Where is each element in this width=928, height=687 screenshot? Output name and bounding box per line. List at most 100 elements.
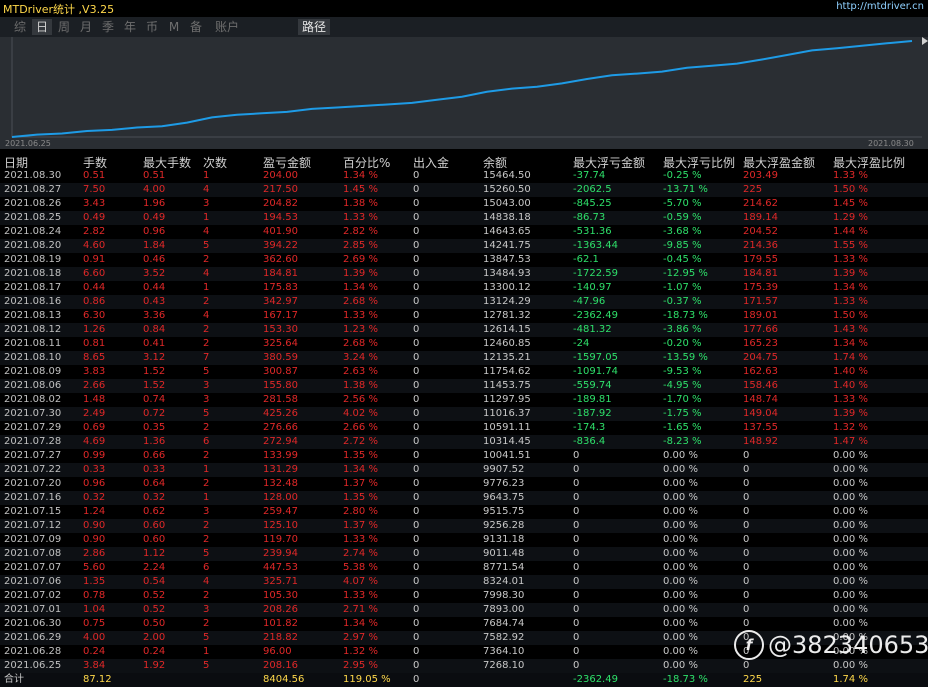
- table-cell: 214.36: [743, 240, 778, 251]
- table-row[interactable]: 2021.07.22 0.33 0.33 1 131.29 1.34 % 0 9907.52 0…: [0, 463, 928, 477]
- table-row[interactable]: 2021.08.11 0.81 0.41 2 325.64 2.68 % 0 12460.85…: [0, 337, 928, 351]
- tab-0[interactable]: 综: [10, 19, 30, 35]
- table-cell: 137.55: [743, 422, 778, 433]
- table-row[interactable]: 2021.07.07 5.60 2.24 6 447.53 5.38 % 0 8771.54 0…: [0, 561, 928, 575]
- table-row[interactable]: 2021.07.06 1.35 0.54 4 325.71 4.07 % 0 8324.01 0…: [0, 575, 928, 589]
- table-cell: 5: [203, 366, 210, 377]
- tab-8[interactable]: 备: [186, 19, 206, 35]
- table-cell: 1.33 %: [833, 170, 868, 181]
- tab-9[interactable]: 账户: [212, 19, 242, 35]
- table-cell: 0: [573, 618, 580, 629]
- table-cell: 2021.08.17: [4, 282, 62, 293]
- table-row[interactable]: 2021.08.06 2.66 1.52 3 155.80 1.38 % 0 11453.75…: [0, 379, 928, 393]
- table-cell: -1722.59: [573, 268, 618, 279]
- table-cell: 1.36: [143, 436, 166, 447]
- table-cell: 4.60: [83, 240, 106, 251]
- tab-1[interactable]: 日: [32, 19, 52, 35]
- tab-7[interactable]: M: [164, 19, 184, 35]
- table-cell: 0: [743, 450, 750, 461]
- table-cell: -13.59 %: [663, 352, 708, 363]
- table-cell: 0: [413, 282, 420, 293]
- table-cell: 300.87: [263, 366, 298, 377]
- table-row[interactable]: 2021.08.13 6.30 3.36 4 167.17 1.33 % 0 12781.32…: [0, 309, 928, 323]
- table-cell: 0: [413, 590, 420, 601]
- table-row[interactable]: 2021.08.25 0.49 0.49 1 194.53 1.33 % 0 14838.18…: [0, 211, 928, 225]
- table-row[interactable]: 2021.07.27 0.99 0.66 2 133.99 1.35 % 0 10041.51…: [0, 449, 928, 463]
- table-row[interactable]: 2021.08.19 0.91 0.46 2 362.60 2.69 % 0 13847.53…: [0, 253, 928, 267]
- table-row[interactable]: 2021.07.01 1.04 0.52 3 208.26 2.71 % 0 7893.00 0…: [0, 603, 928, 617]
- table-row[interactable]: 2021.08.12 1.26 0.84 2 153.30 1.23 % 0 12614.15…: [0, 323, 928, 337]
- table-cell: 1.48: [83, 394, 106, 405]
- table-cell: 2.82: [83, 226, 106, 237]
- table-cell: 208.16: [263, 660, 298, 671]
- tab-3[interactable]: 月: [76, 19, 96, 35]
- table-row[interactable]: 2021.08.18 6.60 3.52 4 184.81 1.39 % 0 13484.93…: [0, 267, 928, 281]
- table-row[interactable]: 2021.07.02 0.78 0.52 2 105.30 1.33 % 0 7998.30 0…: [0, 589, 928, 603]
- table-cell: 0: [413, 422, 420, 433]
- table-cell: -0.20 %: [663, 338, 702, 349]
- table-cell: 2.95 %: [343, 660, 378, 671]
- website-link[interactable]: http://mtdriver.cn: [836, 1, 924, 12]
- table-row[interactable]: 2021.08.09 3.83 1.52 5 300.87 2.63 % 0 11754.62…: [0, 365, 928, 379]
- table-cell: 2.68 %: [343, 296, 378, 307]
- table-cell: 325.71: [263, 576, 298, 587]
- table-row[interactable]: 2021.07.15 1.24 0.62 3 259.47 2.80 % 0 9515.75 0…: [0, 505, 928, 519]
- tab-2[interactable]: 周: [54, 19, 74, 35]
- table-cell: 0: [413, 380, 420, 391]
- table-cell: 1.40 %: [833, 380, 868, 391]
- table-row[interactable]: 2021.08.20 4.60 1.84 5 394.22 2.85 % 0 14241.75…: [0, 239, 928, 253]
- table-cell: 0: [413, 268, 420, 279]
- table-cell: 0.43: [143, 296, 166, 307]
- table-cell: 12460.85: [483, 338, 531, 349]
- table-cell: -13.71 %: [663, 184, 708, 195]
- table-cell: 1: [203, 170, 210, 181]
- table-cell: 6.30: [83, 310, 106, 321]
- tab-route[interactable]: 路径: [298, 19, 330, 35]
- table-row[interactable]: 2021.08.27 7.50 4.00 4 217.50 1.45 % 0 15260.50…: [0, 183, 928, 197]
- table-row[interactable]: 2021.07.08 2.86 1.12 5 239.94 2.74 % 0 9011.48 0…: [0, 547, 928, 561]
- table-row[interactable]: 2021.07.30 2.49 0.72 5 425.26 4.02 % 0 11016.37…: [0, 407, 928, 421]
- tab-5[interactable]: 年: [120, 19, 140, 35]
- table-row[interactable]: 2021.08.26 3.43 1.96 3 204.82 1.38 % 0 15043.00…: [0, 197, 928, 211]
- table-cell: 2021.07.27: [4, 450, 62, 461]
- table-cell: 4: [203, 184, 210, 195]
- table-cell: 0.52: [143, 604, 166, 615]
- table-cell: 0: [413, 366, 420, 377]
- tab-4[interactable]: 季: [98, 19, 118, 35]
- table-row[interactable]: 2021.08.16 0.86 0.43 2 342.97 2.68 % 0 13124.29…: [0, 295, 928, 309]
- table-cell: 0.00 %: [833, 478, 868, 489]
- table-cell: 0.00 %: [833, 562, 868, 573]
- table-cell: 15043.00: [483, 198, 531, 209]
- table-cell: 0: [413, 226, 420, 237]
- table-cell: 2021.08.06: [4, 380, 62, 391]
- table-row[interactable]: 2021.07.20 0.96 0.64 2 132.48 1.37 % 0 9776.23 0…: [0, 477, 928, 491]
- table-cell: 0: [413, 296, 420, 307]
- table-cell: 2021.07.07: [4, 562, 62, 573]
- table-cell: 1.33 %: [833, 296, 868, 307]
- table-row[interactable]: 2021.07.29 0.69 0.35 2 276.66 2.66 % 0 10591.11…: [0, 421, 928, 435]
- table-cell: 325.64: [263, 338, 298, 349]
- equity-chart: [0, 37, 928, 149]
- table-row[interactable]: 2021.08.02 1.48 0.74 3 281.58 2.56 % 0 11297.95…: [0, 393, 928, 407]
- table-cell: -9.53 %: [663, 366, 702, 377]
- table-cell: 2021.08.11: [4, 338, 62, 349]
- table-cell: 0: [573, 492, 580, 503]
- table-cell: 0: [413, 254, 420, 265]
- table-row[interactable]: 2021.07.16 0.32 0.32 1 128.00 1.35 % 0 9643.75 0…: [0, 491, 928, 505]
- table-cell: -0.45 %: [663, 254, 702, 265]
- table-cell: 0: [413, 618, 420, 629]
- table-cell: 0.00 %: [833, 492, 868, 503]
- table-row[interactable]: 2021.08.10 8.65 3.12 7 380.59 3.24 % 0 12135.21…: [0, 351, 928, 365]
- table-cell: 179.55: [743, 254, 778, 265]
- table-row[interactable]: 2021.07.12 0.90 0.60 2 125.10 1.37 % 0 9256.28 0…: [0, 519, 928, 533]
- tab-6[interactable]: 币: [142, 19, 162, 35]
- table-row[interactable]: 2021.07.09 0.90 0.60 2 119.70 1.33 % 0 9131.18 0…: [0, 533, 928, 547]
- table-cell: 217.50: [263, 184, 298, 195]
- table-cell: 0: [743, 562, 750, 573]
- table-row[interactable]: 2021.08.24 2.82 0.96 4 401.90 2.82 % 0 14643.65…: [0, 225, 928, 239]
- table-cell: 0.32: [143, 492, 166, 503]
- table-row[interactable]: 2021.08.30 0.51 0.51 1 204.00 1.34 % 0 15464.50…: [0, 169, 928, 183]
- table-row[interactable]: 2021.07.28 4.69 1.36 6 272.94 2.72 % 0 10314.45…: [0, 435, 928, 449]
- table-row[interactable]: 2021.08.17 0.44 0.44 1 175.83 1.34 % 0 13300.12…: [0, 281, 928, 295]
- table-header: 日期 手数 最大手数 次数 盈亏金额 百分比% 出入金 余额 最大浮亏金额 最大浮亏比例 最大浮盈金…: [0, 152, 928, 170]
